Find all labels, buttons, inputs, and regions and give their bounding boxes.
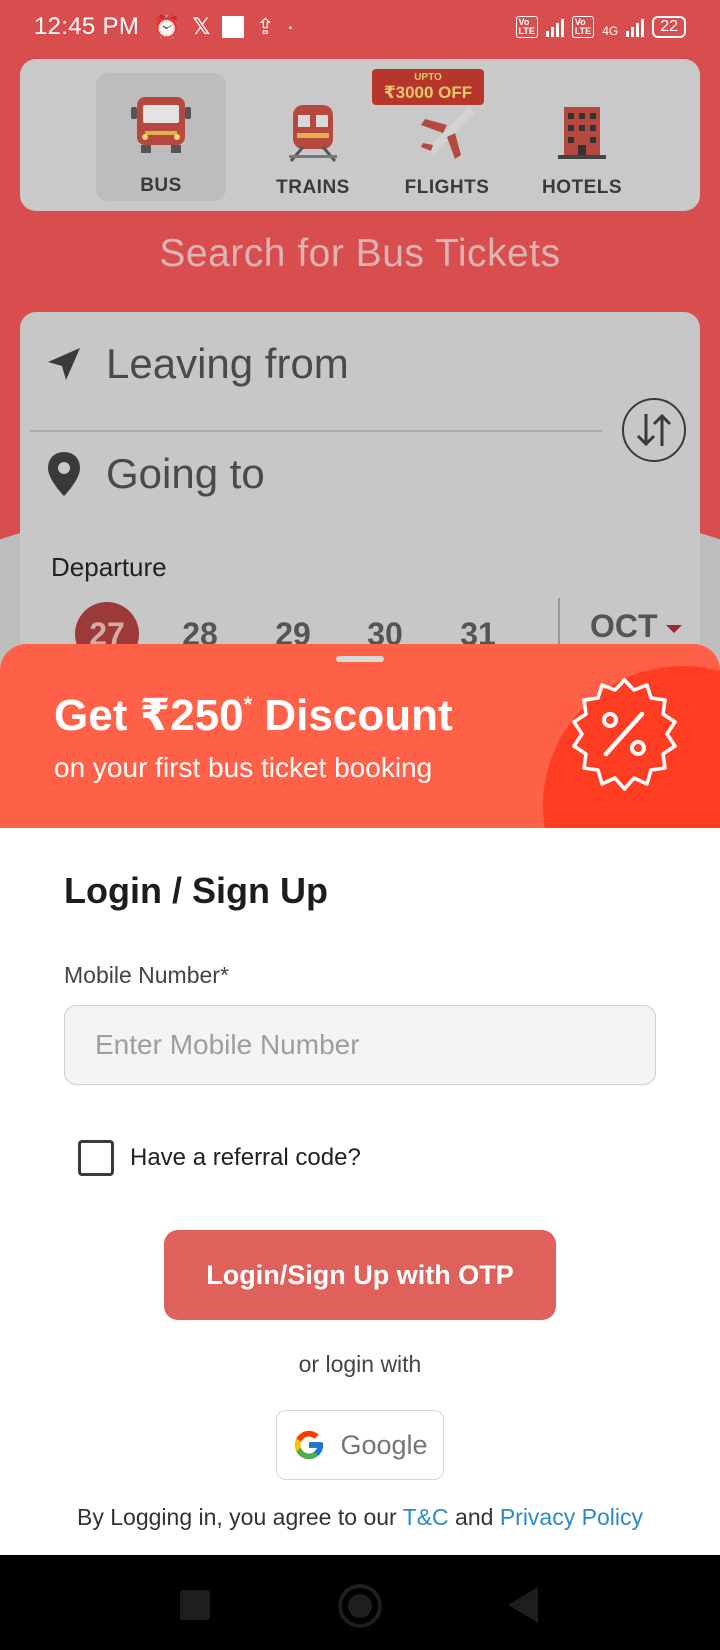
mobile-number-input[interactable] (64, 1005, 656, 1085)
search-card: Leaving from Going to Departure 27 28 29… (20, 312, 700, 672)
tab-bus[interactable]: BUS (96, 73, 226, 201)
login-title: Login / Sign Up (64, 870, 328, 911)
field-divider (30, 430, 602, 432)
volte-icon: Vo LTE (515, 16, 538, 38)
signal-icon-2 (626, 17, 645, 37)
google-logo-icon (295, 1430, 324, 1460)
volte-icon-2: Vo LTE (571, 16, 595, 38)
tab-hotels-label: HOTELS (541, 177, 623, 198)
location-pin-icon (48, 452, 80, 496)
home-button[interactable] (338, 1584, 382, 1628)
train-icon (289, 105, 337, 162)
network-type: 4G (602, 24, 619, 38)
promo-title: Get ₹250* Discount (54, 691, 453, 740)
login-bottom-sheet: Get ₹250* Discount on your first bus tic… (0, 644, 720, 1555)
promo-banner: Get ₹250* Discount on your first bus tic… (0, 644, 720, 828)
back-button[interactable] (508, 1587, 538, 1623)
navigation-arrow-icon (48, 348, 80, 380)
promo-subtitle: on your first bus ticket booking (54, 752, 433, 783)
search-title: Search for Bus Tickets (159, 232, 561, 275)
tab-trains[interactable]: TRAINS (248, 59, 378, 211)
login-otp-button[interactable]: Login/Sign Up with OTP (164, 1230, 556, 1320)
month-selector[interactable]: OCT (590, 602, 682, 650)
or-login-with-text: or login with (298, 1351, 422, 1377)
google-login-button[interactable]: Google (276, 1410, 444, 1480)
airplane-icon (421, 107, 475, 159)
terms-text: By Logging in, you agree to our T&C and … (77, 1504, 643, 1530)
tab-trains-label: TRAINS (276, 177, 350, 198)
mobile-number-label: Mobile Number* (64, 962, 229, 988)
departure-label: Departure (51, 552, 167, 582)
month-label: OCT (590, 608, 658, 644)
tab-flights-label: FLIGHTS (404, 177, 490, 198)
status-bar: 12:45 PM ⏰ 𝕏 ⇪ · Vo LTE Vo LTE 4G 22 (0, 0, 720, 54)
referral-label: Have a referral code? (130, 1144, 361, 1171)
leaving-from-field[interactable]: Leaving from (44, 340, 349, 388)
tab-flights[interactable]: FLIGHTS (382, 59, 512, 211)
battery-icon: 22 (652, 16, 686, 38)
x-app-icon: 𝕏 (192, 14, 211, 39)
leaving-from-label: Leaving from (106, 340, 349, 387)
recents-button[interactable] (180, 1590, 210, 1620)
referral-checkbox[interactable] (78, 1140, 114, 1176)
notification-square-icon (222, 16, 245, 38)
tnc-link[interactable]: T&C (403, 1504, 449, 1530)
bus-icon (131, 97, 191, 153)
system-nav-bar (0, 1555, 720, 1650)
swap-button[interactable] (622, 398, 686, 462)
tab-bus-label: BUS (140, 175, 182, 196)
tab-hotels[interactable]: HOTELS (517, 59, 647, 211)
google-label: Google (340, 1429, 428, 1460)
upload-icon: ⇪ (256, 14, 275, 39)
dot-icon: · (286, 14, 295, 39)
status-time: 12:45 PM (34, 13, 140, 40)
discount-badge-icon (572, 678, 677, 791)
hotel-icon (558, 107, 606, 159)
going-to-field[interactable]: Going to (44, 450, 265, 498)
alarm-icon: ⏰ (153, 14, 181, 39)
privacy-policy-link[interactable]: Privacy Policy (500, 1504, 643, 1530)
referral-code-option[interactable]: Have a referral code? (78, 1140, 361, 1176)
swap-arrows-icon (636, 413, 672, 447)
going-to-label: Going to (106, 450, 265, 497)
service-tabs: BUS TRAINS UPTO ₹3000 OFF FLIGHTS HOTELS (20, 59, 700, 211)
signal-icon (545, 17, 564, 37)
sheet-drag-handle[interactable] (336, 656, 384, 662)
caret-down-icon (665, 624, 682, 633)
